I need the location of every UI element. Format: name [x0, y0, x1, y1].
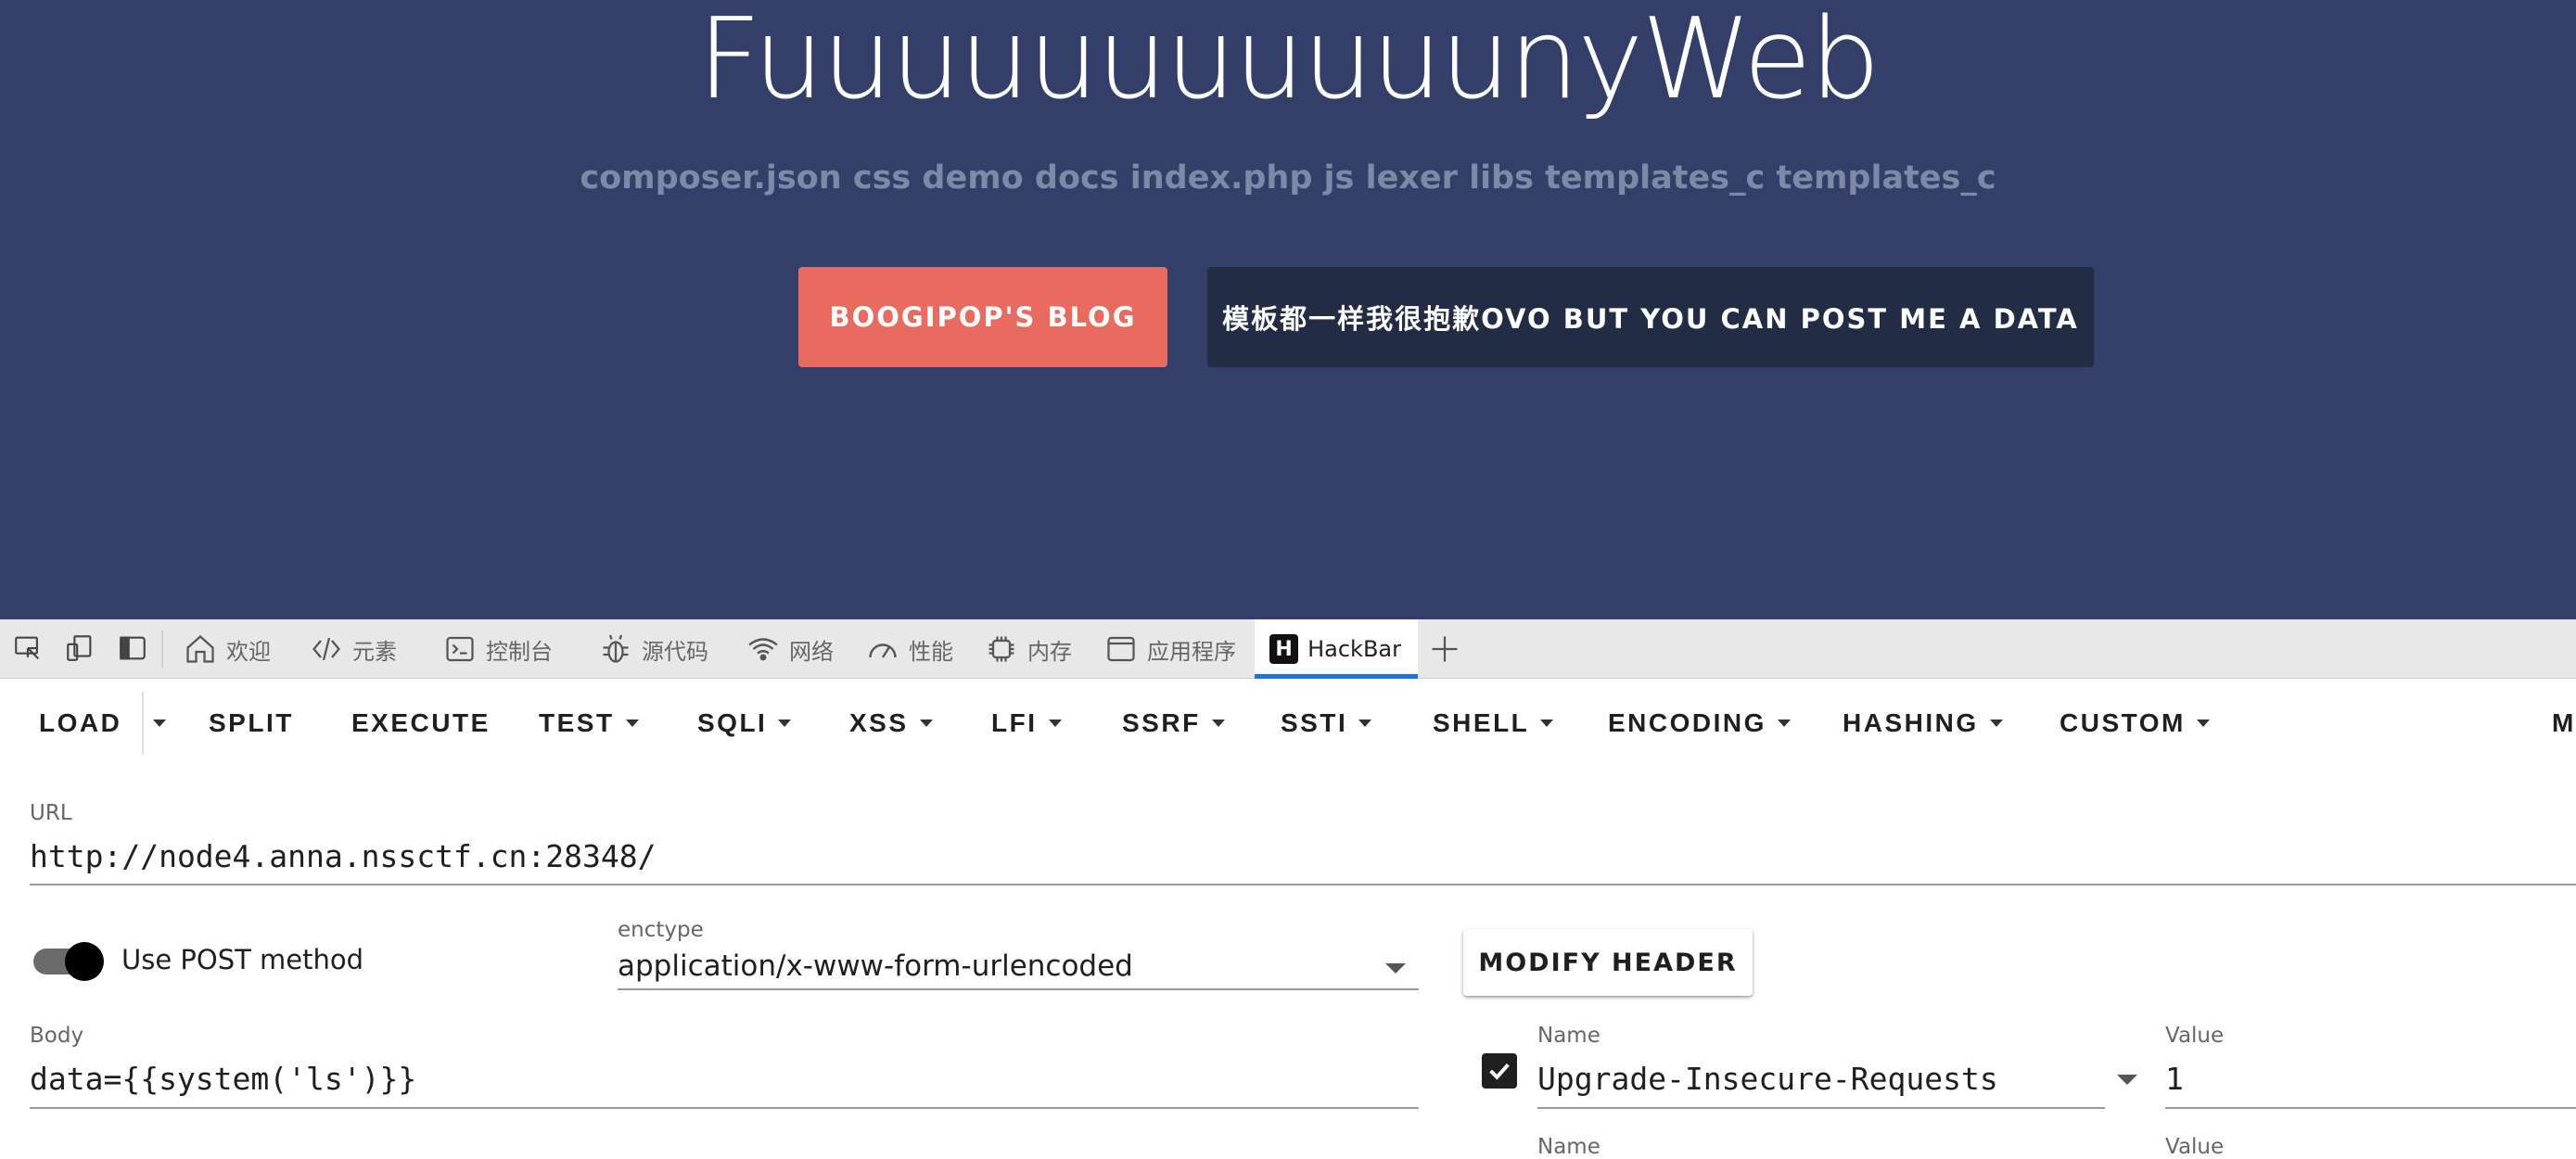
chevron-down-icon [1540, 720, 1554, 727]
directory-listing: composer.json css demo docs index.php js… [580, 159, 1996, 197]
blog-button[interactable]: BOOGIPOP'S BLOG [798, 267, 1167, 367]
hackbar-logo-icon: H [1269, 634, 1299, 664]
header-value-underline [2165, 1107, 2576, 1109]
tab-performance[interactable]: 性能 [866, 619, 953, 679]
custom-label: CUSTOM [2060, 708, 2186, 737]
tab-application[interactable]: 应用程序 [1104, 619, 1236, 679]
test-label: TEST [539, 708, 615, 737]
chevron-down-icon [1358, 720, 1372, 727]
enctype-label: enctype [618, 918, 704, 942]
tab-label: 元素 [352, 638, 397, 665]
hashing-menu[interactable]: HASHING [1843, 705, 2003, 742]
enctype-select[interactable]: application/x-www-form-urlencoded [618, 949, 1133, 983]
device-toolbar-icon[interactable] [64, 632, 96, 664]
sqli-menu[interactable]: SQLI [697, 705, 792, 742]
page-title: FuuuuuuuuuuunyWeb [697, 0, 1881, 124]
split-button[interactable]: SPLIT [209, 705, 294, 742]
body-label: Body [30, 1024, 84, 1048]
url-input[interactable]: http://node4.anna.nssctf.cn:28348/ [30, 838, 657, 874]
chevron-down-icon[interactable] [1385, 963, 1406, 974]
chevron-down-icon[interactable] [2117, 1075, 2137, 1085]
tab-memory[interactable]: 内存 [985, 619, 1072, 679]
gauge-icon [869, 643, 897, 658]
load-button[interactable]: LOAD [39, 705, 121, 742]
chevron-down-icon [1211, 720, 1225, 727]
tab-sources[interactable]: 源代码 [599, 619, 708, 679]
tab-label: 性能 [909, 638, 953, 665]
console-icon [446, 636, 474, 662]
header-name-select[interactable]: Upgrade-Insecure-Requests [1537, 1061, 1998, 1097]
shell-label: SHELL [1433, 708, 1530, 737]
sqli-label: SQLI [697, 708, 768, 737]
chip-icon [988, 636, 1014, 662]
ssti-label: SSTI [1281, 708, 1348, 737]
inspect-element-icon[interactable] [12, 632, 44, 664]
toggle-knob [65, 942, 104, 981]
tab-label: 控制台 [486, 638, 553, 665]
tab-welcome[interactable]: 欢迎 [184, 619, 271, 679]
header-name-label: Name [1537, 1024, 1600, 1048]
header-enabled-checkbox[interactable] [1482, 1053, 1517, 1089]
ssti-menu[interactable]: SSTI [1281, 705, 1372, 742]
dock-sidebar-icon[interactable] [117, 632, 148, 664]
tab-label: 内存 [1027, 638, 1072, 665]
execute-button[interactable]: EXECUTE [351, 705, 491, 742]
bug-icon [603, 634, 629, 663]
code-brackets-icon [312, 637, 340, 661]
wifi-icon [748, 638, 778, 661]
header-value-label: Value [2165, 1135, 2225, 1159]
lfi-menu[interactable]: LFI [991, 705, 1062, 742]
chevron-down-icon [919, 720, 933, 727]
tab-label: 欢迎 [226, 638, 271, 665]
home-icon [186, 634, 214, 663]
tab-label: HackBar [1307, 636, 1401, 662]
enctype-underline [618, 988, 1419, 990]
xss-label: XSS [849, 708, 909, 737]
ssrf-label: SSRF [1122, 708, 1201, 737]
page-hero: FuuuuuuuuuuunyWeb composer.json css demo… [0, 0, 2576, 619]
tab-network[interactable]: 网络 [746, 619, 834, 679]
more-menu[interactable]: M [2552, 705, 2576, 742]
header-name-label: Name [1537, 1135, 1600, 1159]
tab-elements[interactable]: 元素 [310, 619, 397, 679]
checkmark-icon [1489, 1063, 1510, 1080]
encoding-menu[interactable]: ENCODING [1608, 705, 1791, 742]
tab-label: 应用程序 [1147, 638, 1236, 665]
modify-header-button[interactable]: MODIFY HEADER [1463, 929, 1753, 996]
ssrf-menu[interactable]: SSRF [1122, 705, 1225, 742]
chevron-down-icon [625, 720, 639, 727]
header-value-input[interactable]: 1 [2165, 1061, 2184, 1097]
chevron-down-icon [1048, 720, 1062, 727]
chevron-down-icon [778, 720, 792, 727]
tab-label: 源代码 [642, 638, 708, 665]
tab-console[interactable]: 控制台 [443, 619, 553, 679]
toolbar-divider [161, 630, 163, 668]
body-underline [30, 1107, 1419, 1109]
header-name-underline [1537, 1107, 2105, 1109]
devtools-tab-bar: 欢迎 元素 控制台 源代码 网络 性能 内存 应用程序 H HackBar [0, 619, 2576, 679]
post-method-label: Use POST method [121, 944, 364, 975]
custom-menu[interactable]: CUSTOM [2060, 705, 2210, 742]
body-input[interactable]: data={{system('ls')}} [30, 1061, 416, 1097]
plus-icon[interactable] [1428, 632, 1461, 666]
url-underline [30, 884, 2576, 885]
encoding-label: ENCODING [1608, 708, 1766, 737]
load-divider [142, 692, 144, 755]
chevron-down-icon [1989, 720, 2003, 727]
load-dropdown-icon[interactable] [153, 720, 166, 727]
tab-hackbar[interactable]: H HackBar [1255, 619, 1418, 679]
xss-menu[interactable]: XSS [849, 705, 933, 742]
lfi-label: LFI [991, 708, 1038, 737]
shell-menu[interactable]: SHELL [1433, 705, 1554, 742]
header-value-label: Value [2165, 1024, 2225, 1048]
tab-label: 网络 [789, 638, 834, 665]
hashing-label: HASHING [1843, 708, 1979, 737]
test-menu[interactable]: TEST [539, 705, 639, 742]
url-label: URL [30, 801, 72, 825]
post-data-button[interactable]: 模板都一样我很抱歉OVO BUT YOU CAN POST ME A DATA [1207, 267, 2094, 367]
hackbar-toolbar: LOAD SPLIT EXECUTE TEST SQLI XSS LFI SSR… [0, 679, 2576, 768]
window-icon [1107, 636, 1135, 662]
chevron-down-icon [2196, 720, 2210, 727]
chevron-down-icon [1777, 720, 1791, 727]
